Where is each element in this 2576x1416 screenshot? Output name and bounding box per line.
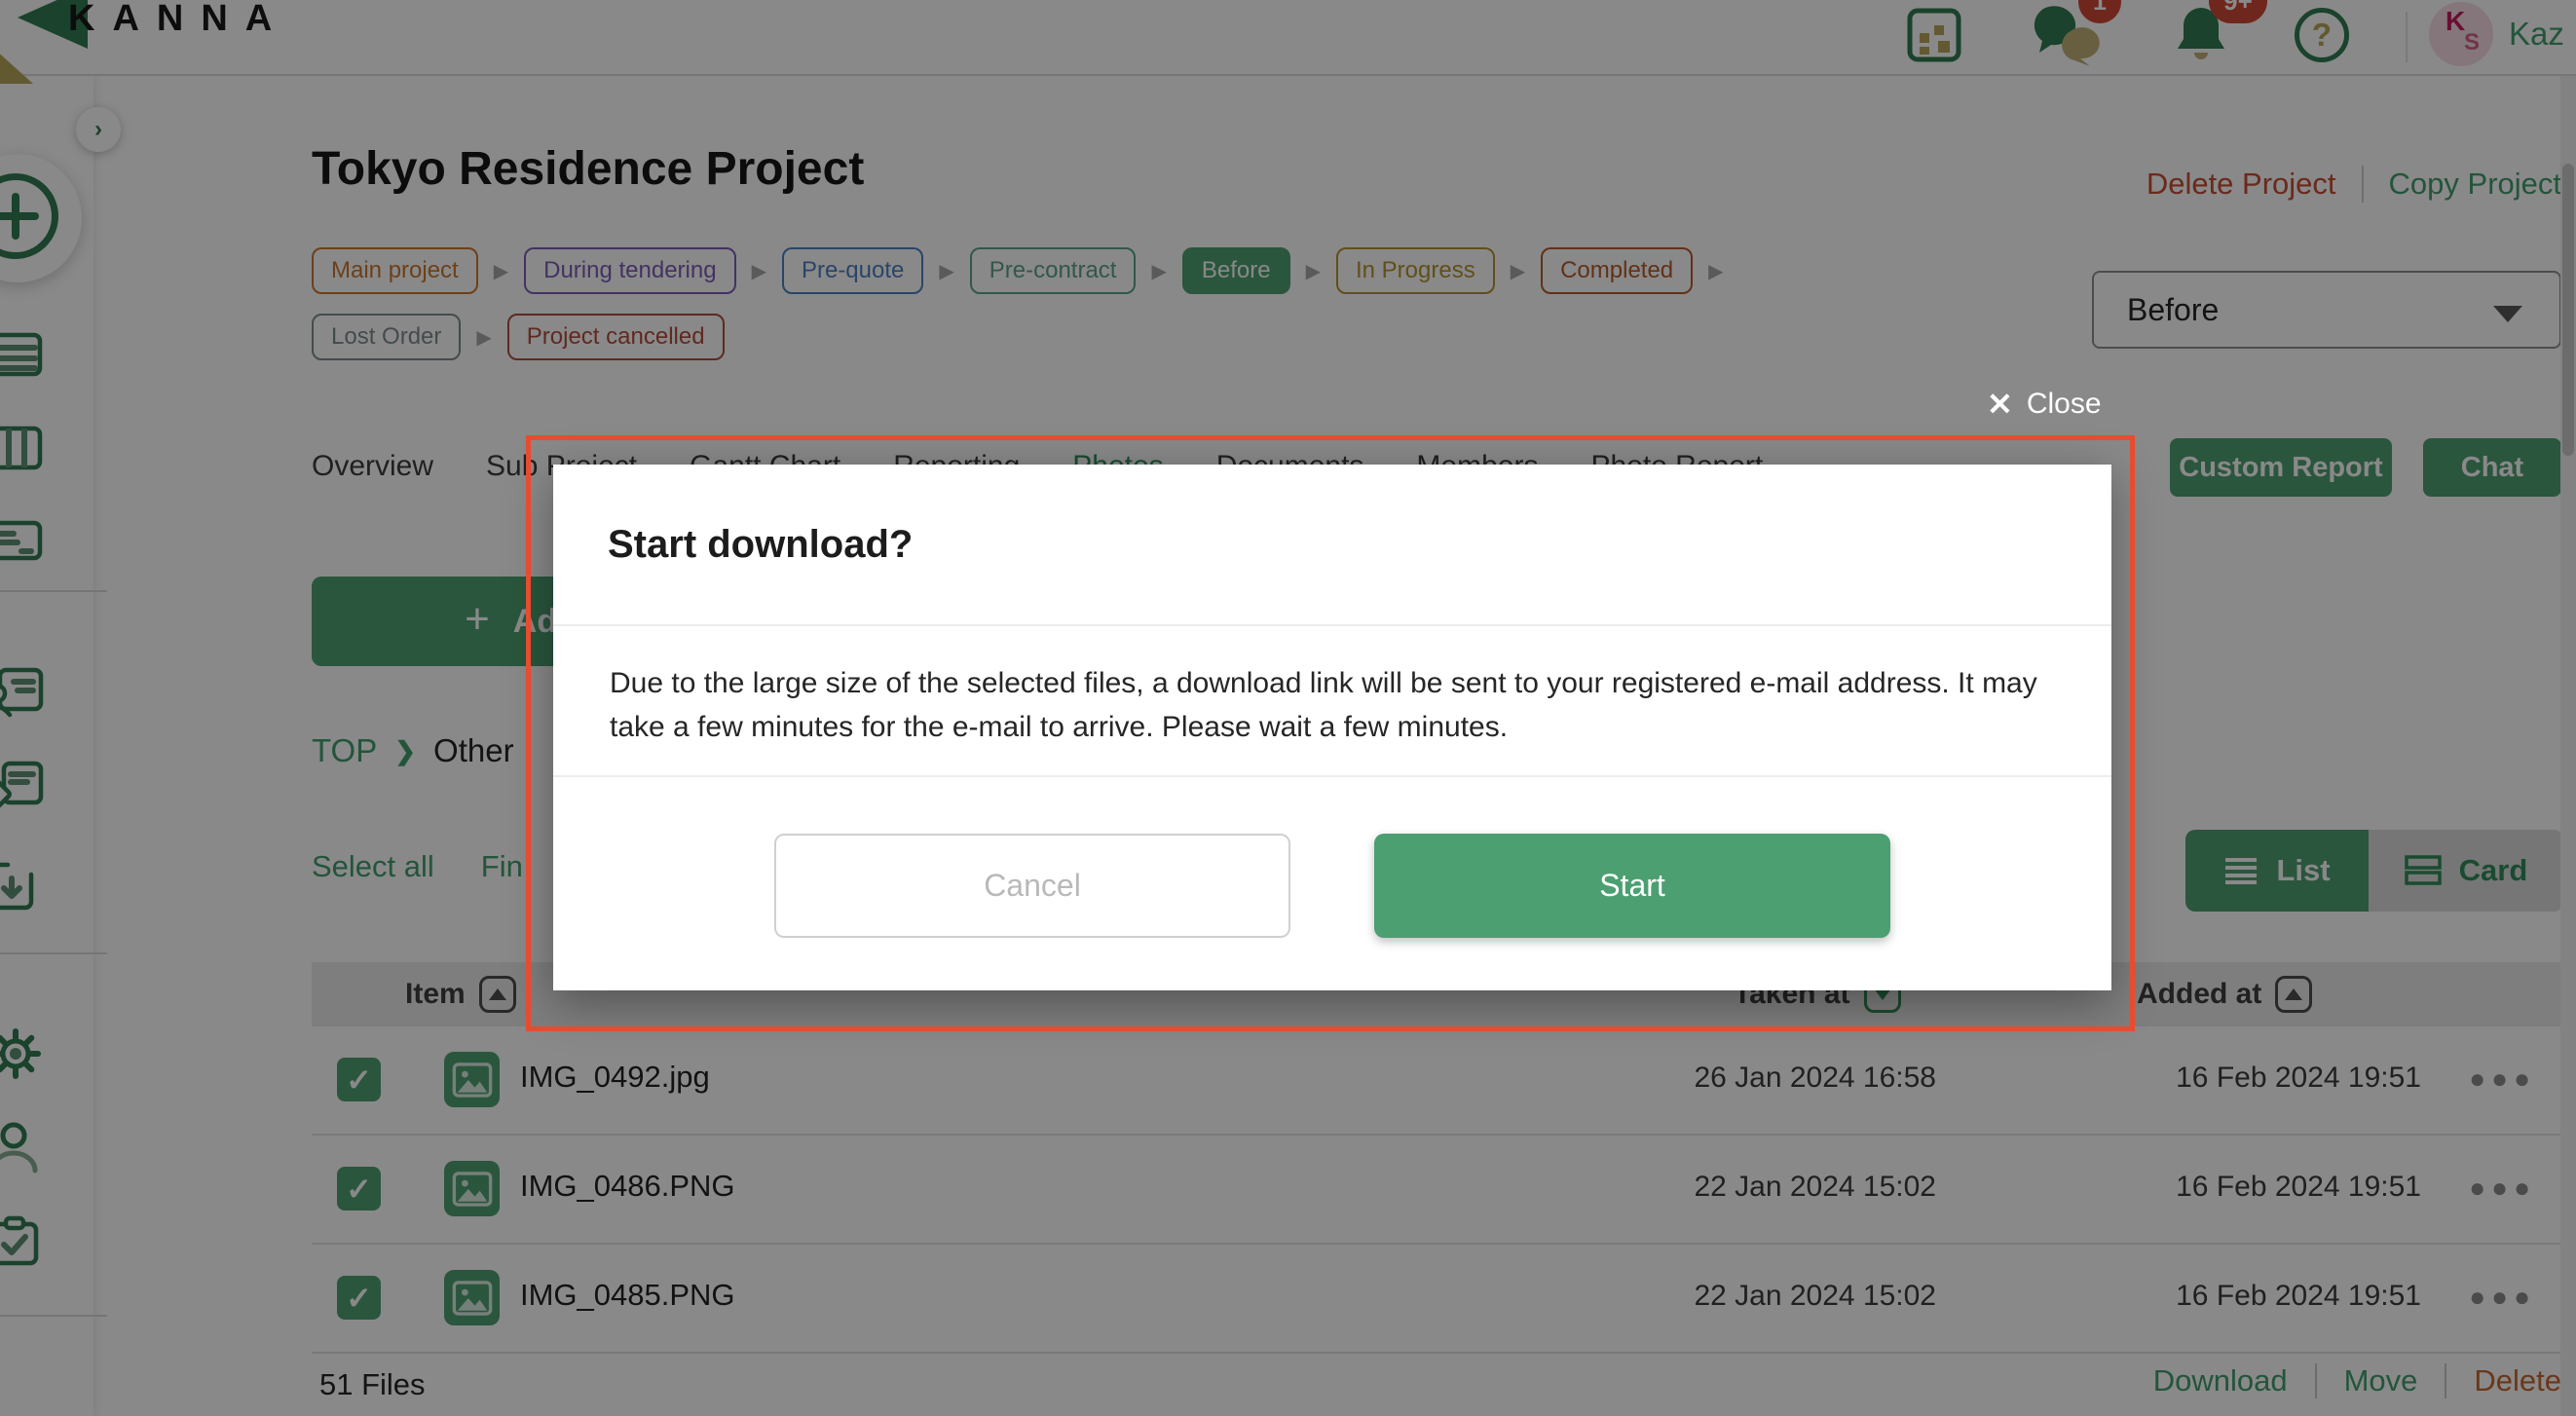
start-download-modal: Start download? Due to the large size of… (553, 465, 2111, 990)
start-button[interactable]: Start (1374, 834, 1890, 938)
close-icon: ✕ (1987, 386, 2013, 423)
modal-header: Start download? (553, 465, 2111, 626)
kanna-app: KANNA 1 9+ ? (0, 0, 2576, 1416)
cancel-button[interactable]: Cancel (774, 834, 1290, 938)
modal-body-text: Due to the large size of the selected fi… (553, 626, 2111, 777)
modal-close-button[interactable]: ✕ Close (1987, 386, 2102, 423)
modal-title: Start download? (608, 523, 913, 567)
modal-actions: Cancel Start (553, 777, 2111, 988)
